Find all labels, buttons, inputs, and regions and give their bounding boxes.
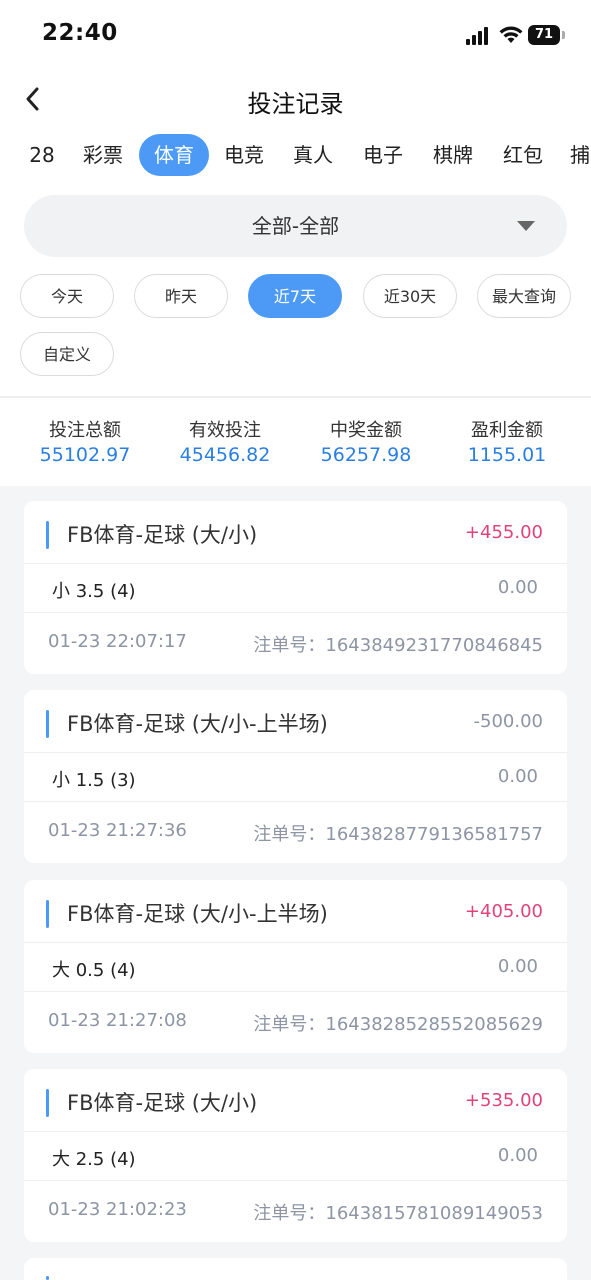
bet-time: 01-23 22:07:17: [48, 631, 187, 652]
bet-order-number: 注单号：1643849231770846845: [253, 631, 543, 657]
profit-label: 盈利金额: [471, 420, 543, 441]
valid-bet-label: 有效投注: [189, 420, 261, 441]
bet-record-card[interactable]: FB体育-足球 (大/小-上半场) +405.00 大 0.5 (4) 0.00…: [24, 880, 567, 1053]
order-number-label: 注单号：: [253, 635, 326, 656]
card-divider: [24, 563, 567, 564]
tab-card-games[interactable]: 棋牌: [428, 134, 478, 176]
card-divider: [24, 752, 567, 753]
card-accent-bar: [46, 710, 49, 738]
bet-payout: 0.00: [497, 766, 538, 787]
bet-record-card[interactable]: FB体育-足球 (大/小) +455.00 小 3.5 (4) 0.00 01-…: [24, 501, 567, 674]
date-filter-custom[interactable]: 自定义: [20, 332, 114, 376]
winnings-value: 56257.98: [320, 444, 412, 466]
order-number-value: 1643828528552085629: [325, 1014, 543, 1035]
bet-pick: 大 2.5 (4): [52, 1149, 136, 1170]
category-tabs: 28 彩票 体育 电竞 真人 电子 棋牌 红包 捕: [0, 134, 591, 176]
bet-pick: 小 1.5 (3): [52, 770, 136, 791]
bet-title: FB体育-足球 (大/小): [67, 523, 258, 547]
filter-dropdown[interactable]: 全部-全部: [24, 195, 567, 257]
card-divider: [24, 612, 567, 613]
bet-time: 01-23 21:27:36: [48, 820, 187, 841]
tab-live-casino[interactable]: 真人: [288, 134, 338, 176]
bet-payout: 0.00: [497, 1145, 538, 1166]
date-filter-max[interactable]: 最大查询: [477, 274, 571, 318]
date-filter-7-days[interactable]: 近7天: [248, 274, 342, 318]
bet-record-card[interactable]: FB体育-足球 (大/小-上半场) -500.00 小 1.5 (3) 0.00…: [24, 690, 567, 863]
total-bet-value: 55102.97: [39, 444, 131, 466]
bet-payout: 0.00: [497, 956, 538, 977]
battery-icon: 71: [528, 25, 560, 45]
bet-title: FB体育-足球 (大/小-上半场): [67, 712, 328, 736]
tab-sports[interactable]: 体育: [139, 134, 209, 176]
card-accent-bar: [46, 1276, 49, 1280]
tab-lottery[interactable]: 彩票: [78, 134, 128, 176]
order-number-value: 1643815781089149053: [325, 1203, 543, 1224]
bet-order-number: 注单号：1643828528552085629: [253, 1010, 543, 1036]
winnings-label: 中奖金额: [330, 420, 402, 441]
order-number-value: 1643849231770846845: [325, 635, 543, 656]
valid-bet-value: 45456.82: [179, 444, 271, 466]
tab-red-packet[interactable]: 红包: [498, 134, 548, 176]
date-filter-30-days[interactable]: 近30天: [363, 274, 457, 318]
bet-pick: 小 3.5 (4): [52, 581, 136, 602]
filter-dropdown-value: 全部-全部: [251, 214, 340, 238]
order-number-label: 注单号：: [253, 1014, 326, 1035]
bet-time: 01-23 21:27:08: [48, 1010, 187, 1031]
card-divider: [24, 991, 567, 992]
bet-pick: 大 0.5 (4): [52, 960, 136, 981]
card-divider: [24, 1131, 567, 1132]
order-number-label: 注单号：: [253, 824, 326, 845]
bet-time: 01-23 21:02:23: [48, 1199, 187, 1220]
bet-amount: +455.00: [464, 522, 543, 543]
caret-down-icon: [517, 221, 535, 231]
battery-tip: [562, 31, 565, 39]
bet-order-number: 注单号：1643828779136581757: [253, 820, 543, 846]
order-number-value: 1643828779136581757: [325, 824, 543, 845]
bet-amount: +405.00: [464, 901, 543, 922]
card-accent-bar: [46, 900, 49, 928]
order-number-label: 注单号：: [253, 1203, 326, 1224]
date-filter-yesterday[interactable]: 昨天: [134, 274, 228, 318]
bet-title: FB体育-足球 (大/小): [67, 1091, 258, 1115]
profit-value: 1155.01: [467, 444, 547, 466]
cellular-signal-icon: [466, 27, 488, 45]
bet-order-number: 注单号：1643815781089149053: [253, 1199, 543, 1225]
card-divider: [24, 801, 567, 802]
wifi-icon: [499, 26, 523, 43]
bet-title: FB体育-足球 (大/小-上半场): [67, 902, 328, 926]
card-divider: [24, 1180, 567, 1181]
bet-payout: 0.00: [497, 577, 538, 598]
card-divider: [24, 942, 567, 943]
bet-record-card-partial[interactable]: [24, 1258, 567, 1280]
bet-amount: -500.00: [473, 711, 543, 732]
tab-esports[interactable]: 电竞: [219, 134, 269, 176]
tab-slots[interactable]: 电子: [358, 134, 408, 176]
status-time: 22:40: [42, 20, 118, 46]
total-bet-label: 投注总额: [49, 420, 121, 441]
tab-fishing[interactable]: 捕: [570, 134, 591, 176]
page-title: 投注记录: [247, 90, 344, 118]
date-filter-today[interactable]: 今天: [20, 274, 114, 318]
card-accent-bar: [46, 521, 49, 549]
bet-amount: +535.00: [464, 1090, 543, 1111]
summary-divider: [0, 396, 591, 398]
card-accent-bar: [46, 1089, 49, 1117]
bet-record-card[interactable]: FB体育-足球 (大/小) +535.00 大 2.5 (4) 0.00 01-…: [24, 1069, 567, 1242]
tab-28[interactable]: 28: [24, 134, 60, 176]
